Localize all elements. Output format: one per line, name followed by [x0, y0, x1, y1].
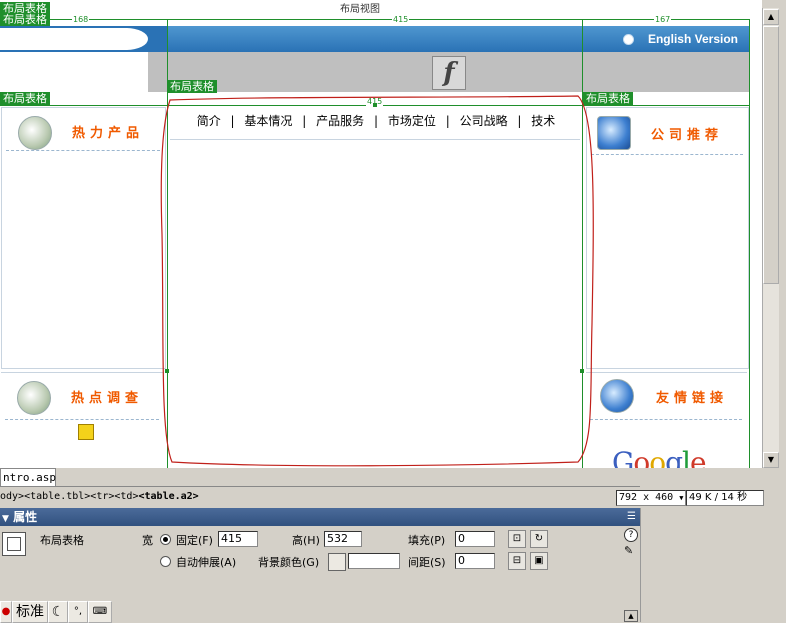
color-swatch[interactable] — [328, 553, 346, 571]
height-input[interactable]: 532 — [324, 531, 362, 547]
element-type-label: 布局表格 — [40, 534, 84, 547]
edit-icon[interactable]: ✎ — [624, 544, 633, 557]
panel-menu-icon[interactable]: ☰ — [627, 508, 636, 526]
expand-icon[interactable]: ▲ — [624, 610, 638, 622]
friendly-links-title: 友情链接 — [656, 391, 729, 406]
nav-item[interactable]: 简介 — [197, 114, 221, 128]
english-version-link[interactable]: English Version — [648, 32, 738, 46]
red-annotation-outline — [160, 95, 594, 467]
width-input[interactable]: 415 — [218, 531, 258, 547]
divider — [6, 150, 160, 151]
punctuation-icon[interactable]: °, — [68, 601, 88, 623]
moon-icon[interactable]: ☾ — [48, 601, 68, 623]
remove-spacers-icon[interactable]: ⊟ — [508, 552, 526, 570]
column-guide — [582, 20, 583, 468]
google-logo[interactable]: Google — [612, 446, 707, 468]
nav-separator: | — [302, 114, 307, 128]
resize-handle[interactable] — [580, 369, 584, 373]
ruler-right-width: 167 — [654, 15, 672, 24]
window-size-menu[interactable]: 792 x 460 ▼ — [616, 490, 686, 506]
layout-table-tag[interactable]: 布局表格 — [0, 92, 50, 105]
ime-icon[interactable]: ● — [0, 601, 12, 623]
auto-stretch-radio[interactable] — [160, 556, 171, 567]
nav-underline — [170, 139, 580, 140]
resize-handle[interactable] — [165, 369, 169, 373]
clear-height-icon[interactable]: ⊡ — [508, 530, 526, 548]
spacing-input[interactable]: 0 — [455, 553, 495, 569]
standard-mode-button[interactable]: 标准 — [12, 601, 48, 623]
tag-path[interactable]: ody><table.tbl><tr><td> — [0, 491, 138, 502]
fixed-label: 固定(F) — [176, 534, 213, 547]
resize-handle[interactable] — [373, 103, 377, 107]
make-widths-consistent-icon[interactable]: ↻ — [530, 530, 548, 548]
layout-table-tag[interactable]: 布局表格 — [0, 13, 50, 26]
nav-separator: | — [517, 114, 522, 128]
remove-nesting-icon[interactable]: ▣ — [530, 552, 548, 570]
padding-input[interactable]: 0 — [455, 531, 495, 547]
survey-icon — [17, 381, 51, 415]
recommend-icon — [597, 116, 631, 150]
nav-item[interactable]: 基本情况 — [244, 114, 292, 128]
layout-table-tag[interactable]: 布局表格 — [167, 80, 217, 93]
layout-table-tag[interactable]: 布局表格 — [583, 92, 633, 105]
left-panel-top: 热力产品 — [1, 107, 166, 369]
divider — [5, 419, 159, 420]
book-icon — [18, 116, 52, 150]
header-bar: English Version — [168, 26, 750, 52]
width-label: 宽 — [142, 534, 153, 547]
bgcolor-label: 背景颜色(G) — [258, 556, 320, 569]
view-title: 布局视图 — [340, 4, 380, 15]
ruler-middle-width: 415 — [392, 15, 410, 24]
divider — [590, 419, 742, 420]
fixed-radio[interactable] — [160, 534, 171, 545]
bgcolor-input[interactable] — [348, 553, 400, 569]
hot-products-title: 热力产品 — [72, 126, 145, 141]
width-ruler — [0, 19, 750, 20]
keyboard-icon[interactable]: ⌨ — [88, 601, 112, 623]
company-recommend-title: 公司推荐 — [651, 128, 724, 143]
tag-selector[interactable]: ody><table.tbl><tr><td><table.a2> — [0, 488, 612, 506]
nav-item[interactable]: 产品服务 — [316, 114, 364, 128]
nav-item[interactable]: 市场定位 — [388, 114, 436, 128]
nav-separator: | — [373, 114, 379, 128]
logo-swoosh — [0, 28, 148, 50]
help-icon[interactable]: ? — [624, 528, 638, 542]
divider — [591, 154, 743, 155]
nav-item[interactable]: 公司战略 — [460, 114, 508, 128]
auto-stretch-label: 自动伸展(A) — [176, 556, 237, 569]
right-panel-top: 公司推荐 — [586, 107, 749, 369]
globe-icon — [623, 34, 634, 45]
ruler-left-width: 168 — [72, 15, 90, 24]
scroll-down-button[interactable]: ▼ — [763, 452, 779, 468]
flash-placeholder-icon[interactable]: f — [432, 56, 466, 90]
separator — [0, 486, 640, 487]
nav-separator: | — [230, 114, 235, 128]
nav-separator: | — [445, 114, 450, 128]
file-size-status: 49 K / 14 秒 — [686, 490, 764, 506]
left-panel-bottom: 热点调查 — [1, 372, 164, 468]
bottom-toolbar: ● 标准 ☾ °, ⌨ — [0, 600, 112, 623]
hot-survey-title: 热点调查 — [71, 391, 144, 406]
design-canvas[interactable]: 布局视图 168 415 167 布局表格 布局表格 English Versi… — [0, 0, 762, 468]
nav-item[interactable]: 技术 — [531, 114, 555, 128]
height-label: 高(H) — [292, 534, 320, 547]
nav-menu: 简介 | 基本情况 | 产品服务 | 市场定位 | 公司战略 | 技术 — [170, 112, 582, 130]
side-panel — [640, 508, 786, 622]
plugin-placeholder-icon[interactable] — [78, 424, 94, 440]
document-tab[interactable]: ntro.asp — [0, 468, 56, 487]
padding-label: 填充(P) — [408, 534, 446, 547]
current-tag[interactable]: <table.a2> — [138, 491, 198, 502]
layout-table-icon — [2, 532, 26, 556]
properties-panel-header[interactable]: ▼ 属性 ☰ — [0, 508, 640, 526]
properties-title: 属性 — [13, 510, 38, 524]
scroll-thumb[interactable] — [763, 26, 779, 284]
globe-links-icon — [600, 379, 634, 413]
column-guide — [749, 20, 750, 468]
collapse-arrow-icon[interactable]: ▼ — [2, 514, 9, 524]
scroll-up-button[interactable]: ▲ — [763, 9, 779, 25]
spacing-label: 间距(S) — [408, 556, 446, 569]
